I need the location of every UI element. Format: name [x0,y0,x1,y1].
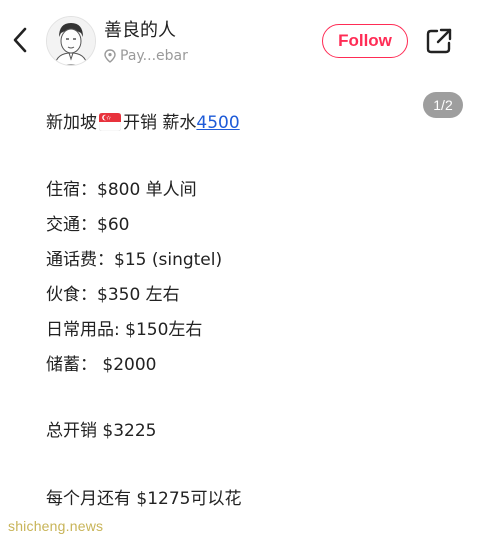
expense-line-daily: 日常用品: $150左右 [46,320,203,340]
post-header: 善良的人 Pay...ebar Follow [0,0,480,80]
share-external-icon [426,28,452,54]
page-indicator: 1/2 [423,92,463,118]
chevron-left-icon [13,27,27,53]
location-tag[interactable]: Pay...ebar [104,48,188,64]
title-middle: 开销 薪水 [123,113,197,133]
remaining-amount: 每个月还有 $1275可以花 [46,489,242,509]
watermark: shicheng.news [8,518,104,534]
share-button[interactable] [424,26,454,56]
title-prefix: 新加坡 [46,113,97,133]
follow-button[interactable]: Follow [322,24,408,58]
back-button[interactable] [8,22,34,58]
expense-line-phone: 通话费：$15 (singtel) [46,250,223,270]
avatar[interactable] [46,16,96,66]
total-expense: 总开销 $3225 [46,421,157,441]
salary-link[interactable]: 4500 [196,113,239,133]
singapore-flag-icon [99,113,121,131]
expense-line-food: 伙食：$350 左右 [46,285,180,305]
avatar-illustration [47,17,95,65]
expense-line-transport: 交通：$60 [46,215,130,235]
location-text: Pay...ebar [120,48,188,64]
username[interactable]: 善良的人 [104,16,176,42]
expense-line-savings: 储蓄： $2000 [46,355,157,375]
post-title: 新加坡 开销 薪水4500 [46,108,240,133]
location-pin-icon [104,49,116,63]
expense-line-housing: 住宿：$800 单人间 [46,180,197,200]
